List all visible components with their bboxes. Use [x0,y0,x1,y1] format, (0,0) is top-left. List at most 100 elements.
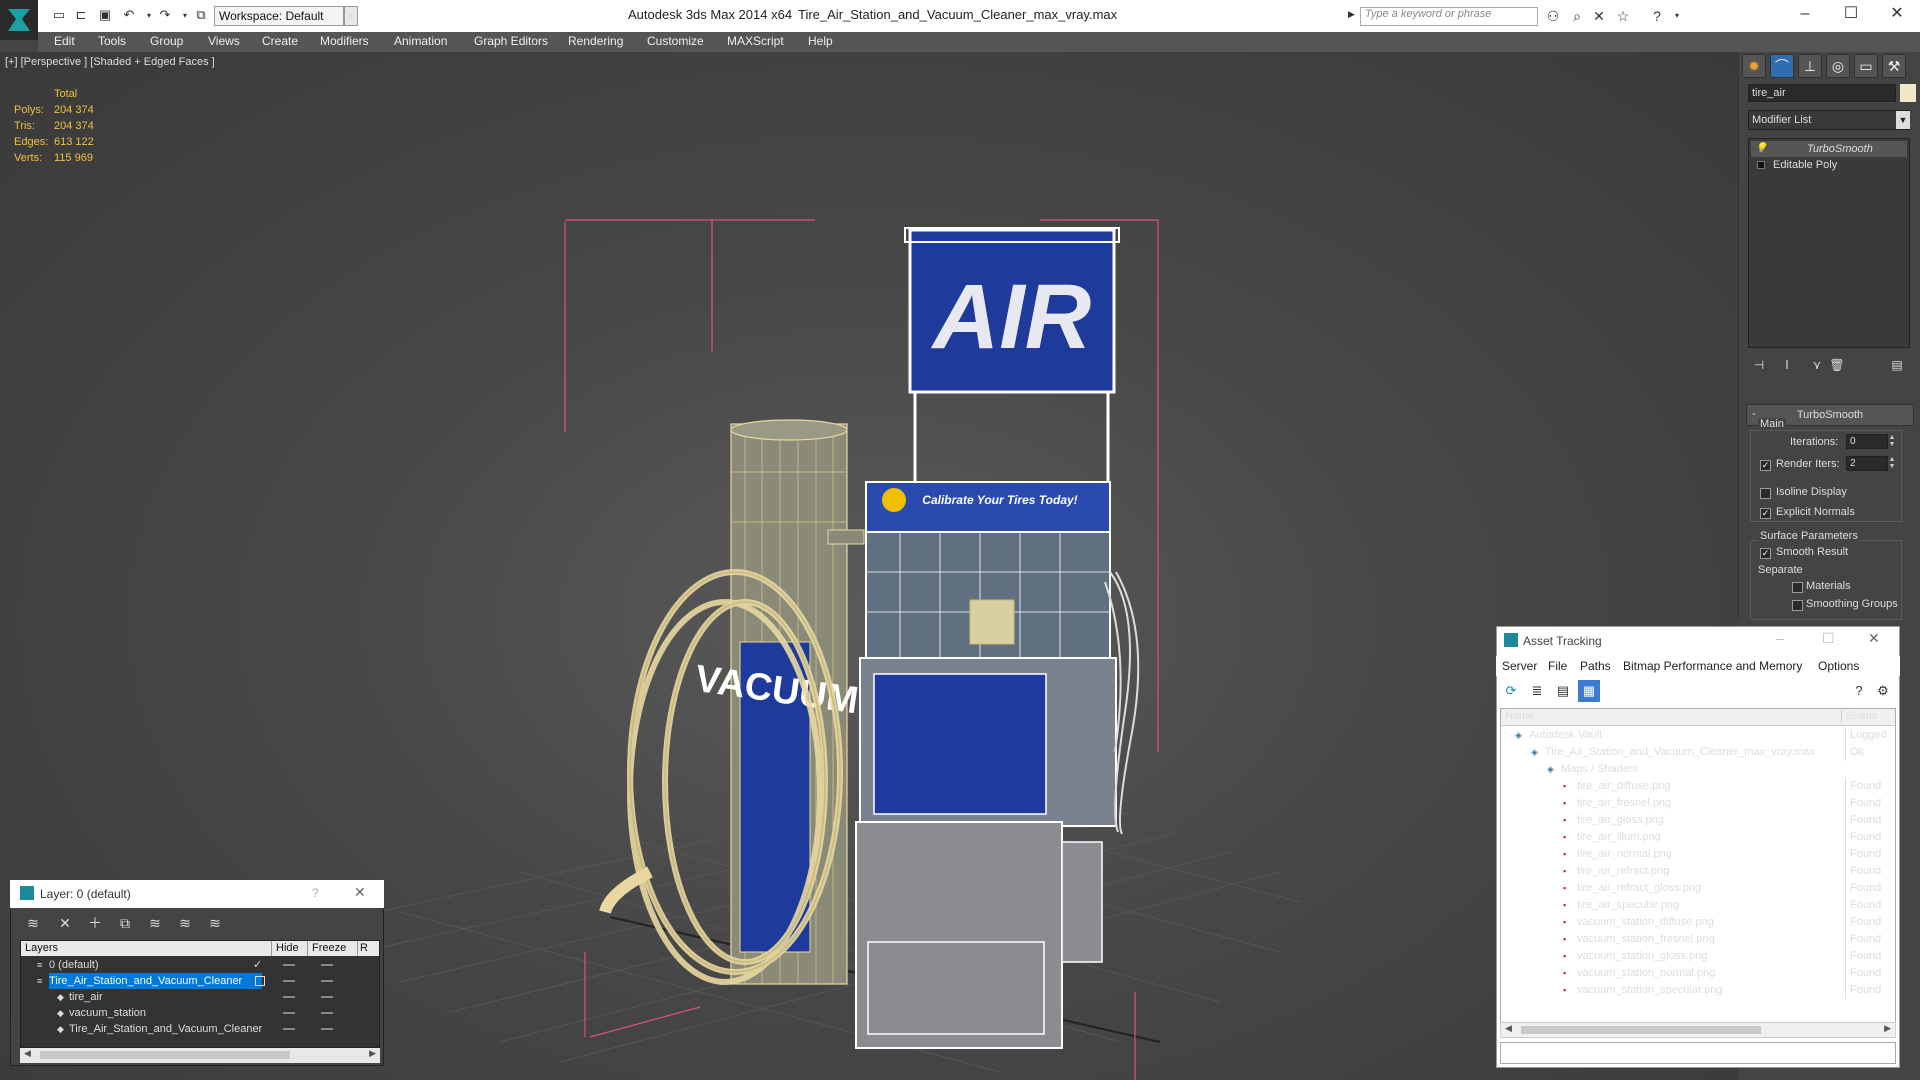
workspace-select[interactable]: Workspace: Default [214,6,344,26]
table-row[interactable]: ▪ vacuum_station_specular.png Found [1501,982,1895,999]
search-expand-icon[interactable]: ▶ [1348,9,1355,20]
menu-edit[interactable]: Edit [54,34,75,48]
hide-toggle[interactable] [283,1028,295,1030]
hide-all-icon[interactable]: ≋ [172,912,198,934]
table-row[interactable]: ▪ vacuum_station_gloss.png Found [1501,948,1895,965]
layers-icon[interactable]: ≋ [20,912,46,934]
list-item[interactable]: ≡ Tire_Air_Station_and_Vacuum_Cleaner [21,973,379,989]
display-tab-icon[interactable]: ▭ [1854,54,1878,78]
close-icon[interactable]: ✕ [1874,0,1920,30]
redo-icon[interactable]: ↷ [156,6,174,24]
set-current-layer-icon[interactable] [255,976,265,986]
chevron-down-icon[interactable]: ▼ [1896,111,1910,129]
menu-help[interactable]: Help [808,34,833,48]
table-row[interactable]: ▪ tire_air_specular.png Found [1501,897,1895,914]
materials-checkbox[interactable] [1792,582,1803,593]
render-iters-spinner[interactable]: 2 [1846,456,1888,471]
col-render[interactable]: R [357,941,368,956]
table-row[interactable]: ▪ tire_air_refract_gloss.png Found [1501,880,1895,897]
table-row[interactable]: ▪ tire_air_gloss.png Found [1501,812,1895,829]
table-row[interactable]: ◈ Tire_Air_Station_and_Vacuum_Cleaner_max… [1501,744,1895,761]
search-input[interactable]: Type a keyword or phrase [1360,7,1538,26]
asset-menu-paths[interactable]: Paths [1580,659,1611,673]
table-row[interactable]: ▪ tire_air_illum.png Found [1501,829,1895,846]
vacuum-station-model[interactable]: VACUUM [599,419,865,985]
open-file-icon[interactable]: ⊏ [72,6,90,24]
table-view-icon[interactable]: ▦ [1578,680,1600,702]
col-layers[interactable]: Layers [25,941,58,956]
menu-tools[interactable]: Tools [98,34,126,48]
collapse-icon[interactable]: - [1752,408,1756,420]
hide-toggle[interactable] [283,1012,295,1014]
help-dropdown-icon[interactable]: ▾ [1668,7,1686,25]
hide-toggle[interactable] [283,980,295,982]
help-icon[interactable]: ? [1648,7,1666,25]
binoculars-icon[interactable]: ⚇ [1544,7,1562,25]
app-logo-icon[interactable] [0,0,38,40]
maximize-icon[interactable]: ☐ [1822,630,1835,647]
maximize-icon[interactable]: ☐ [1828,0,1874,30]
layer-horizontal-scrollbar[interactable]: ◀ ▶ [20,1048,380,1063]
menu-animation[interactable]: Animation [394,34,447,48]
spinner-arrows-icon[interactable]: ▲ ▼ [1888,434,1896,449]
modifier-list-select[interactable]: Modifier List [1748,110,1910,130]
highlight-layer-icon[interactable]: ≋ [142,912,168,934]
asset-horizontal-scrollbar[interactable]: ◀ ▶ [1500,1022,1896,1038]
hide-toggle[interactable] [283,996,295,998]
col-hide[interactable]: Hide [271,941,299,956]
table-row[interactable]: ▪ tire_air_fresnel.png Found [1501,795,1895,812]
explicit-normals-checkbox[interactable]: ✓ [1760,508,1771,519]
tire-air-station-model[interactable]: AIR Calibrate Your Tires Today! [855,227,1140,1049]
remove-modifier-icon[interactable]: 🗑 [1828,356,1846,374]
stack-item-editable-poly[interactable]: Editable Poly [1751,157,1907,173]
lightbulb-icon[interactable]: 💡 [1755,141,1767,157]
new-file-icon[interactable]: ▭ [50,6,68,24]
list-item[interactable]: ◆ vacuum_station [21,1005,379,1021]
iterations-spinner[interactable]: 0 [1846,434,1888,449]
menu-maxscript[interactable]: MAXScript [727,34,784,48]
scroll-right-icon[interactable]: ▶ [1884,1023,1891,1034]
table-row[interactable]: ▪ vacuum_station_fresnel.png Found [1501,931,1895,948]
table-row[interactable]: ▪ tire_air_diffuse.png Found [1501,778,1895,795]
scroll-left-icon[interactable]: ◀ [24,1048,31,1059]
freeze-toggle[interactable] [321,964,333,966]
isoline-checkbox[interactable] [1760,488,1771,499]
table-row[interactable]: ▪ tire_air_normal.png Found [1501,846,1895,863]
pin-stack-icon[interactable]: ⊣ [1750,356,1768,374]
menu-graph-editors[interactable]: Graph Editors [474,34,548,48]
object-color-swatch[interactable] [1900,84,1916,102]
smoothing-groups-checkbox[interactable] [1792,600,1803,611]
col-status[interactable]: Status [1841,710,1877,722]
stack-item-turbosmooth[interactable]: 💡 TurboSmooth [1751,141,1907,157]
menu-modifiers[interactable]: Modifiers [320,34,369,48]
menu-group[interactable]: Group [150,34,183,48]
hierarchy-tab-icon[interactable]: ⊥ [1798,54,1822,78]
close-icon[interactable]: ✕ [1868,630,1880,647]
scroll-left-icon[interactable]: ◀ [1505,1023,1512,1034]
list-view-icon[interactable]: ≣ [1526,680,1548,702]
asset-menu-bitmap[interactable]: Bitmap Performance and Memory [1623,659,1802,673]
modify-tab-icon[interactable]: ⌒ [1770,54,1794,78]
render-iters-checkbox[interactable]: ✓ [1760,460,1771,471]
col-name[interactable]: Name [1505,710,1534,722]
table-row[interactable]: ▪ tire_air_refract.png Found [1501,863,1895,880]
list-item[interactable]: ◆ tire_air [21,989,379,1005]
smooth-result-checkbox[interactable]: ✓ [1760,548,1771,559]
create-tab-icon[interactable]: ✹ [1742,54,1766,78]
table-row[interactable]: ◈ Autodesk Vault Logged O [1501,727,1895,761]
scroll-thumb[interactable] [40,1051,290,1059]
motion-tab-icon[interactable]: ◎ [1826,54,1850,78]
list-item[interactable]: ◆ Tire_Air_Station_and_Vacuum_Cleaner [21,1021,379,1037]
make-unique-icon[interactable]: ⋎ [1808,356,1826,374]
object-name-field[interactable]: tire_air [1748,84,1896,102]
delete-layer-icon[interactable]: ✕ [52,912,78,934]
expand-icon[interactable] [1757,161,1765,169]
asset-menu-server[interactable]: Server [1502,659,1537,673]
freeze-toggle[interactable] [321,980,333,982]
utilities-tab-icon[interactable]: ⚒ [1882,54,1906,78]
communication-icon[interactable]: ✕ [1590,7,1608,25]
freeze-toggle[interactable] [321,996,333,998]
current-layer-check-icon[interactable]: ✓ [253,957,262,973]
details-view-icon[interactable]: ▤ [1552,680,1574,702]
viewport-label[interactable]: [+] [Perspective ] [Shaded + Edged Faces… [5,56,215,68]
